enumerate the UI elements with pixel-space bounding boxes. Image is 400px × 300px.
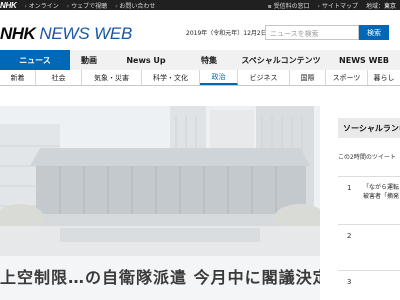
region-value: 東京	[383, 2, 396, 10]
category-sports[interactable]: スポーツ	[326, 70, 368, 85]
nav-video[interactable]: 動画	[70, 50, 108, 70]
site-header: NHK NEWS WEB 2019年（令和元年）12月2日 月曜日 ニュースを検…	[0, 10, 400, 50]
nhk-mini-logo[interactable]: NHK	[0, 1, 20, 10]
category-international[interactable]: 国際	[290, 70, 326, 85]
nav-news-web[interactable]: NEWS WEB	[328, 50, 400, 70]
category-weather-disaster[interactable]: 気象・災害	[82, 70, 142, 85]
ranking-text-line1: 「ながら運転	[363, 184, 400, 191]
utility-links-right: 受信料の窓口 サイトマップ 地域：東京	[264, 0, 400, 10]
social-ranking-subtitle: この2時間のツイート	[338, 154, 396, 161]
region-selector[interactable]: 地域：東京	[362, 1, 400, 10]
main-navigation: ニュース 動画 News Up 特集 スペシャルコンテンツ NEWS WEB	[0, 50, 400, 70]
nav-special-contents[interactable]: スペシャルコンテンツ	[234, 50, 328, 70]
utility-link-online[interactable]: オンライン	[20, 1, 62, 10]
search-input[interactable]: ニュースを検索	[265, 25, 359, 40]
region-label: 地域：	[365, 2, 384, 10]
nav-features[interactable]: 特集	[184, 50, 234, 70]
category-politics[interactable]: 政治	[200, 70, 238, 85]
category-new[interactable]: 新着	[0, 70, 36, 85]
ranking-text	[363, 231, 400, 240]
social-ranking-title: ソーシャルランキング	[338, 118, 400, 138]
utility-links-left: NHK オンライン ウェブで視聴 お問い合わせ	[0, 0, 159, 10]
category-navigation: 新着 社会 気象・災害 科学・文化 政治 ビジネス 国際 スポーツ 暮らし	[0, 70, 400, 86]
logo-news-web: NEWS WEB	[39, 24, 133, 43]
category-science-culture[interactable]: 科学・文化	[142, 70, 200, 85]
top-story-headline[interactable]: 上空制限…の自衛隊派遣 今月中に閣議決定	[0, 264, 320, 300]
nav-news[interactable]: ニュース	[0, 50, 70, 70]
search-button[interactable]: 検索	[359, 25, 389, 40]
logo-nhk: NHK	[0, 24, 36, 43]
nhk-news-web-logo[interactable]: NHK NEWS WEB	[0, 24, 132, 44]
ranking-text-line2: 被害者「摘発	[363, 193, 400, 200]
ranking-number: 2	[347, 232, 352, 240]
category-society[interactable]: 社会	[36, 70, 82, 85]
ranking-text: 「ながら運転 被害者「摘発	[363, 183, 400, 201]
ranking-text	[363, 277, 400, 286]
utility-link-fees[interactable]: 受信料の窓口	[264, 1, 314, 10]
utility-link-sitemap[interactable]: サイトマップ	[314, 1, 362, 10]
ranking-item[interactable]: 3	[338, 270, 400, 300]
ranking-number: 1	[347, 184, 352, 192]
nav-news-up[interactable]: News Up	[108, 50, 184, 70]
category-life[interactable]: 暮らし	[368, 70, 400, 85]
ranking-number: 3	[347, 278, 352, 286]
ranking-item[interactable]: 2	[338, 224, 400, 268]
top-utility-bar: NHK オンライン ウェブで視聴 お問い合わせ 受信料の窓口 サイトマップ 地域…	[0, 0, 400, 10]
utility-link-web-viewing[interactable]: ウェブで視聴	[63, 1, 111, 10]
utility-link-contact[interactable]: お問い合わせ	[111, 1, 159, 10]
category-business[interactable]: ビジネス	[238, 70, 290, 85]
ranking-item[interactable]: 1 「ながら運転 被害者「摘発	[338, 176, 400, 220]
